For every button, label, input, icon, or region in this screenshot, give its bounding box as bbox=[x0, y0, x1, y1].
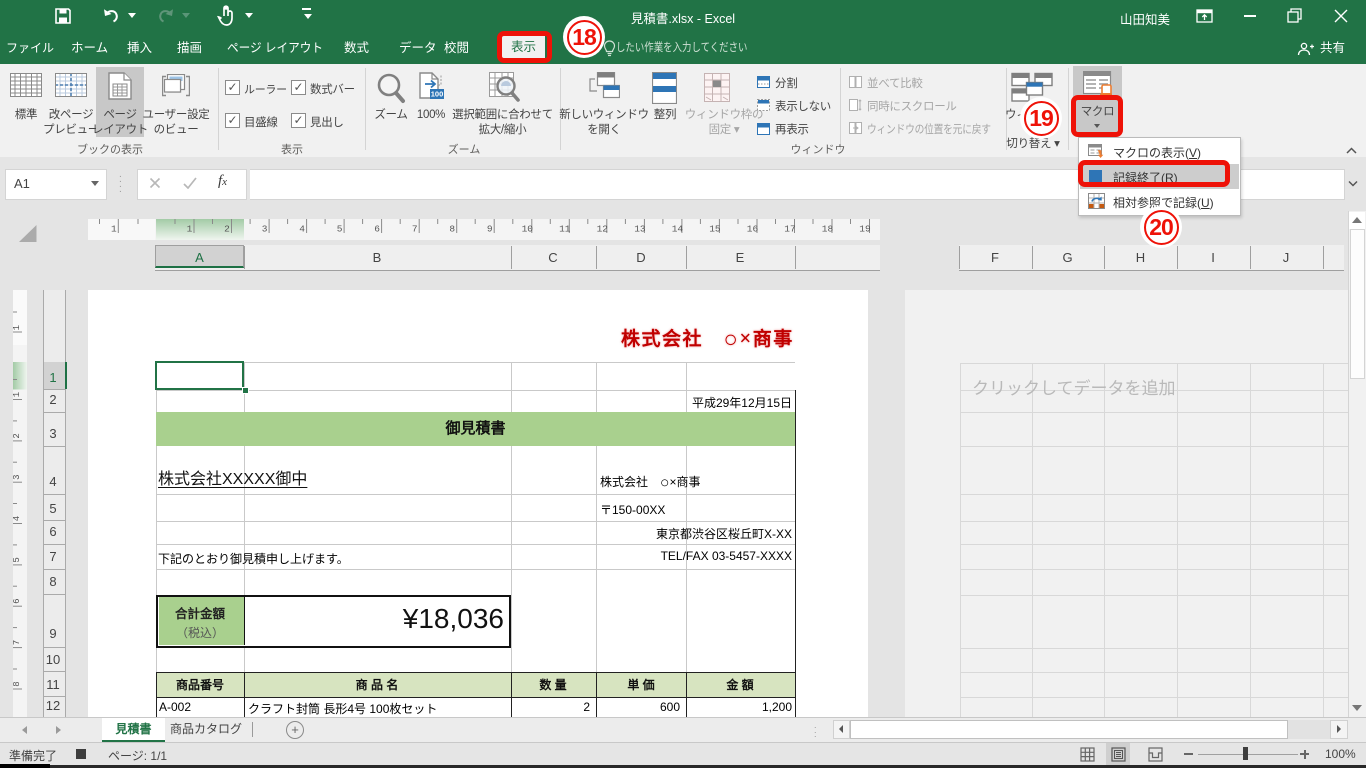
svg-text:2: 2 bbox=[13, 433, 22, 438]
svg-text:4: 4 bbox=[299, 224, 305, 235]
svg-text:4: 4 bbox=[13, 516, 22, 521]
svg-text:16: 16 bbox=[747, 224, 759, 235]
svg-text:9: 9 bbox=[487, 224, 493, 235]
svg-text:2: 2 bbox=[224, 224, 230, 235]
svg-text:13: 13 bbox=[634, 224, 646, 235]
svg-text:11: 11 bbox=[559, 224, 571, 235]
svg-text:5: 5 bbox=[13, 557, 22, 562]
svg-text:3: 3 bbox=[13, 474, 22, 479]
svg-text:7: 7 bbox=[13, 640, 22, 645]
svg-text:15: 15 bbox=[709, 224, 721, 235]
svg-text:1: 1 bbox=[13, 325, 22, 330]
svg-text:10: 10 bbox=[522, 224, 534, 235]
svg-text:1: 1 bbox=[187, 224, 193, 235]
svg-text:6: 6 bbox=[374, 224, 380, 235]
svg-text:1: 1 bbox=[13, 392, 22, 397]
svg-text:12: 12 bbox=[597, 224, 609, 235]
svg-text:8: 8 bbox=[13, 681, 22, 686]
svg-text:18: 18 bbox=[822, 224, 834, 235]
svg-text:6: 6 bbox=[13, 598, 22, 603]
svg-text:5: 5 bbox=[337, 224, 343, 235]
svg-text:100: 100 bbox=[431, 90, 444, 99]
svg-text:19: 19 bbox=[859, 224, 871, 235]
svg-text:3: 3 bbox=[262, 224, 268, 235]
svg-text:1: 1 bbox=[111, 224, 117, 235]
svg-text:17: 17 bbox=[784, 224, 795, 235]
svg-text:8: 8 bbox=[449, 224, 455, 235]
svg-text:7: 7 bbox=[412, 224, 418, 235]
svg-text:14: 14 bbox=[672, 224, 684, 235]
